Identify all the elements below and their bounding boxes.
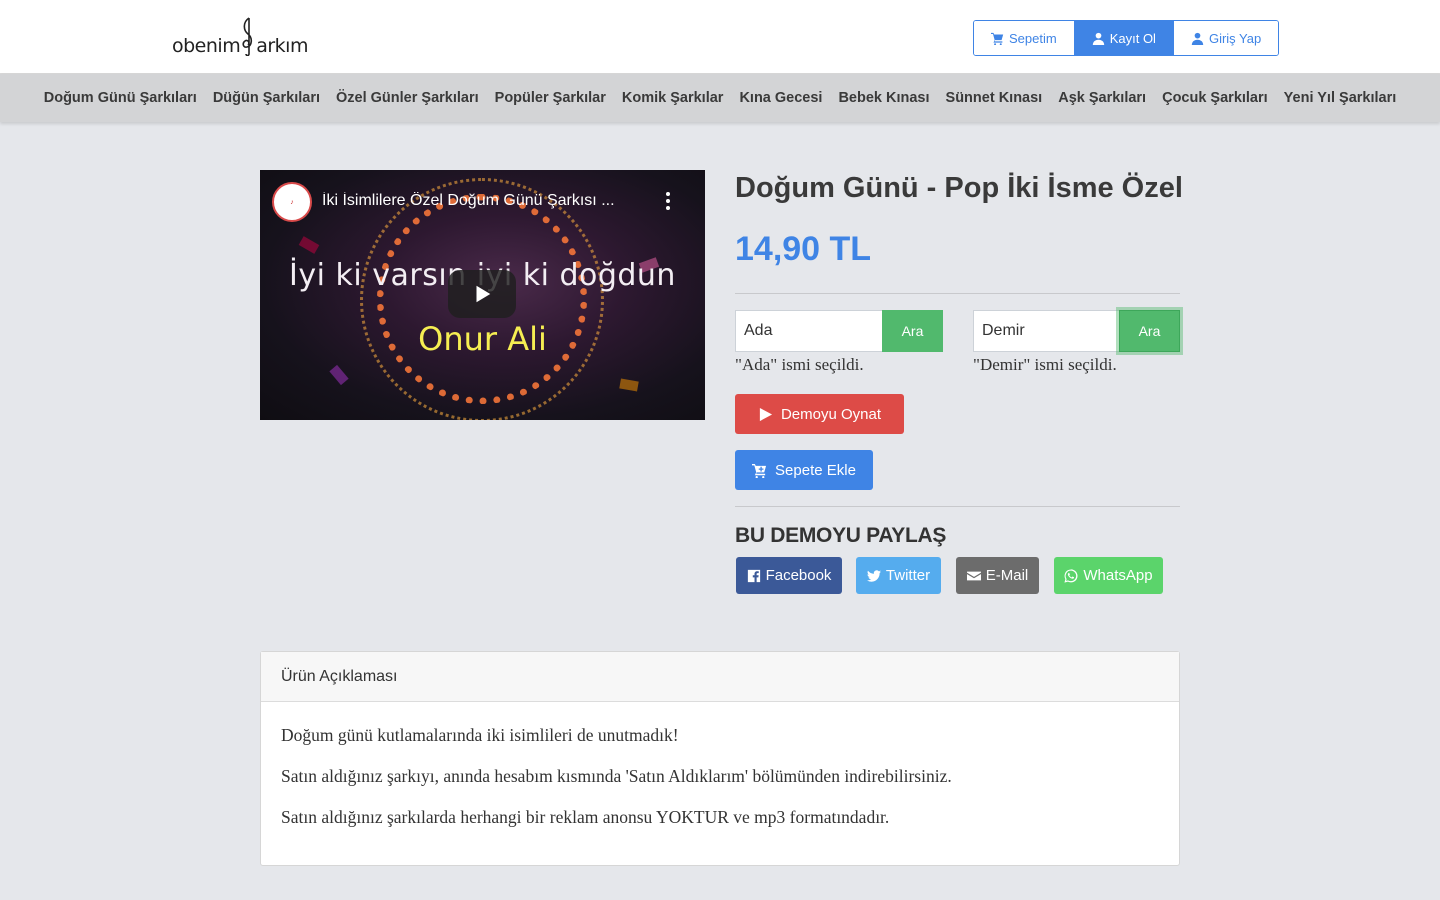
facebook-icon: [747, 569, 760, 582]
video-name-line: Onur Ali: [418, 320, 547, 358]
login-button-label: Giriş Yap: [1208, 30, 1262, 46]
description-paragraph: Doğum günü kutlamalarında iki isimlileri…: [281, 725, 679, 745]
site-logo[interactable]: obenim arkım: [172, 12, 308, 56]
register-button-label: Kayıt Ol: [1109, 30, 1156, 46]
share-whatsapp-label: WhatsApp: [1083, 567, 1153, 584]
auth-button-group: Sepetim Kayıt Ol Giriş Yap: [973, 20, 1280, 56]
treble-clef-icon: [242, 17, 253, 56]
video-play-button[interactable]: [448, 270, 516, 318]
nav-item-ask[interactable]: Aşk Şarkıları: [1050, 90, 1154, 106]
divider: [735, 293, 1180, 294]
share-twitter-button[interactable]: Twitter: [856, 557, 941, 594]
whatsapp-icon: [1064, 568, 1078, 583]
channel-avatar[interactable]: ♪: [272, 182, 312, 222]
share-twitter-label: Twitter: [885, 567, 931, 584]
description-paragraph: Satın aldığınız şarkıyı, anında hesabım …: [281, 766, 952, 786]
share-facebook-button[interactable]: Facebook: [736, 557, 842, 594]
envelope-icon: [966, 571, 981, 580]
cart-button[interactable]: Sepetim: [974, 21, 1074, 55]
logo-text-right: arkım: [256, 35, 308, 57]
second-name-search-button[interactable]: Ara: [1119, 310, 1180, 352]
share-facebook-label: Facebook: [765, 567, 832, 584]
nav-item-bebek-kinasi[interactable]: Bebek Kınası: [830, 90, 937, 106]
play-icon: [759, 407, 773, 421]
logo-text-left: obenim: [172, 35, 241, 57]
second-name-selected-note: "Demir" ismi seçildi.: [973, 355, 1117, 374]
nav-item-ozel-gunler[interactable]: Özel Günler Şarkıları: [328, 90, 487, 106]
video-player[interactable]: ♪ İki İsimlilere Özel Doğum Günü Şarkısı…: [260, 170, 705, 420]
nav-item-dogum-gunu[interactable]: Doğum Günü Şarkıları: [36, 90, 205, 106]
product-description-card: Ürün Açıklaması Doğum günü kutlamalarınd…: [260, 651, 1180, 866]
video-confetti: [298, 236, 320, 254]
share-whatsapp-button[interactable]: WhatsApp: [1054, 557, 1163, 594]
cart-icon: [991, 32, 1004, 45]
site-header: obenim arkım Sepetim Kayıt Ol Giriş Yap: [0, 0, 1440, 74]
user-icon: [1191, 32, 1204, 45]
add-to-cart-label: Sepete Ekle: [775, 461, 856, 479]
share-heading: BU DEMOYU PAYLAŞ: [735, 524, 947, 547]
second-name-input[interactable]: Demir: [973, 310, 1120, 352]
nav-item-cocuk[interactable]: Çocuk Şarkıları: [1154, 90, 1276, 106]
play-icon: [476, 285, 491, 303]
video-title[interactable]: İki İsimlilere Özel Doğum Günü Şarkısı .…: [322, 192, 652, 210]
more-options-icon[interactable]: [660, 190, 676, 214]
first-name-selected-note: "Ada" ismi seçildi.: [735, 355, 864, 374]
cart-button-label: Sepetim: [1009, 30, 1057, 46]
login-button[interactable]: Giriş Yap: [1172, 21, 1279, 55]
product-price: 14,90 TL: [735, 230, 872, 268]
product-title: Doğum Günü - Pop İki İsme Özel: [735, 172, 1183, 204]
play-demo-button[interactable]: Demoyu Oynat: [735, 394, 904, 434]
description-body: Doğum günü kutlamalarında iki isimlileri…: [261, 702, 1179, 828]
nav-item-komik[interactable]: Komik Şarkılar: [614, 90, 732, 106]
nav-item-yeni-yil[interactable]: Yeni Yıl Şarkıları: [1276, 90, 1405, 106]
nav-item-sunnet-kinasi[interactable]: Sünnet Kınası: [938, 90, 1051, 106]
category-nav: Doğum Günü Şarkıları Düğün Şarkıları Öze…: [0, 74, 1440, 122]
nav-item-kina-gecesi[interactable]: Kına Gecesi: [731, 90, 830, 106]
twitter-icon: [866, 569, 881, 582]
nav-item-populer[interactable]: Popüler Şarkılar: [487, 90, 614, 106]
play-demo-label: Demoyu Oynat: [780, 405, 882, 423]
add-to-cart-button[interactable]: Sepete Ekle: [735, 450, 873, 490]
cart-plus-icon: [752, 463, 767, 478]
nav-item-dugun[interactable]: Düğün Şarkıları: [205, 90, 328, 106]
share-email-label: E-Mail: [985, 567, 1029, 584]
video-confetti: [619, 378, 639, 392]
user-icon: [1092, 32, 1104, 45]
video-confetti: [329, 364, 349, 386]
description-paragraph: Satın aldığınız şarkılarda herhangi bir …: [281, 807, 890, 827]
first-name-search-button[interactable]: Ara: [882, 310, 943, 352]
divider: [735, 506, 1180, 507]
description-heading: Ürün Açıklaması: [261, 652, 1179, 702]
first-name-input[interactable]: Ada: [735, 310, 883, 352]
register-button[interactable]: Kayıt Ol: [1073, 21, 1173, 55]
share-email-button[interactable]: E-Mail: [956, 557, 1039, 594]
